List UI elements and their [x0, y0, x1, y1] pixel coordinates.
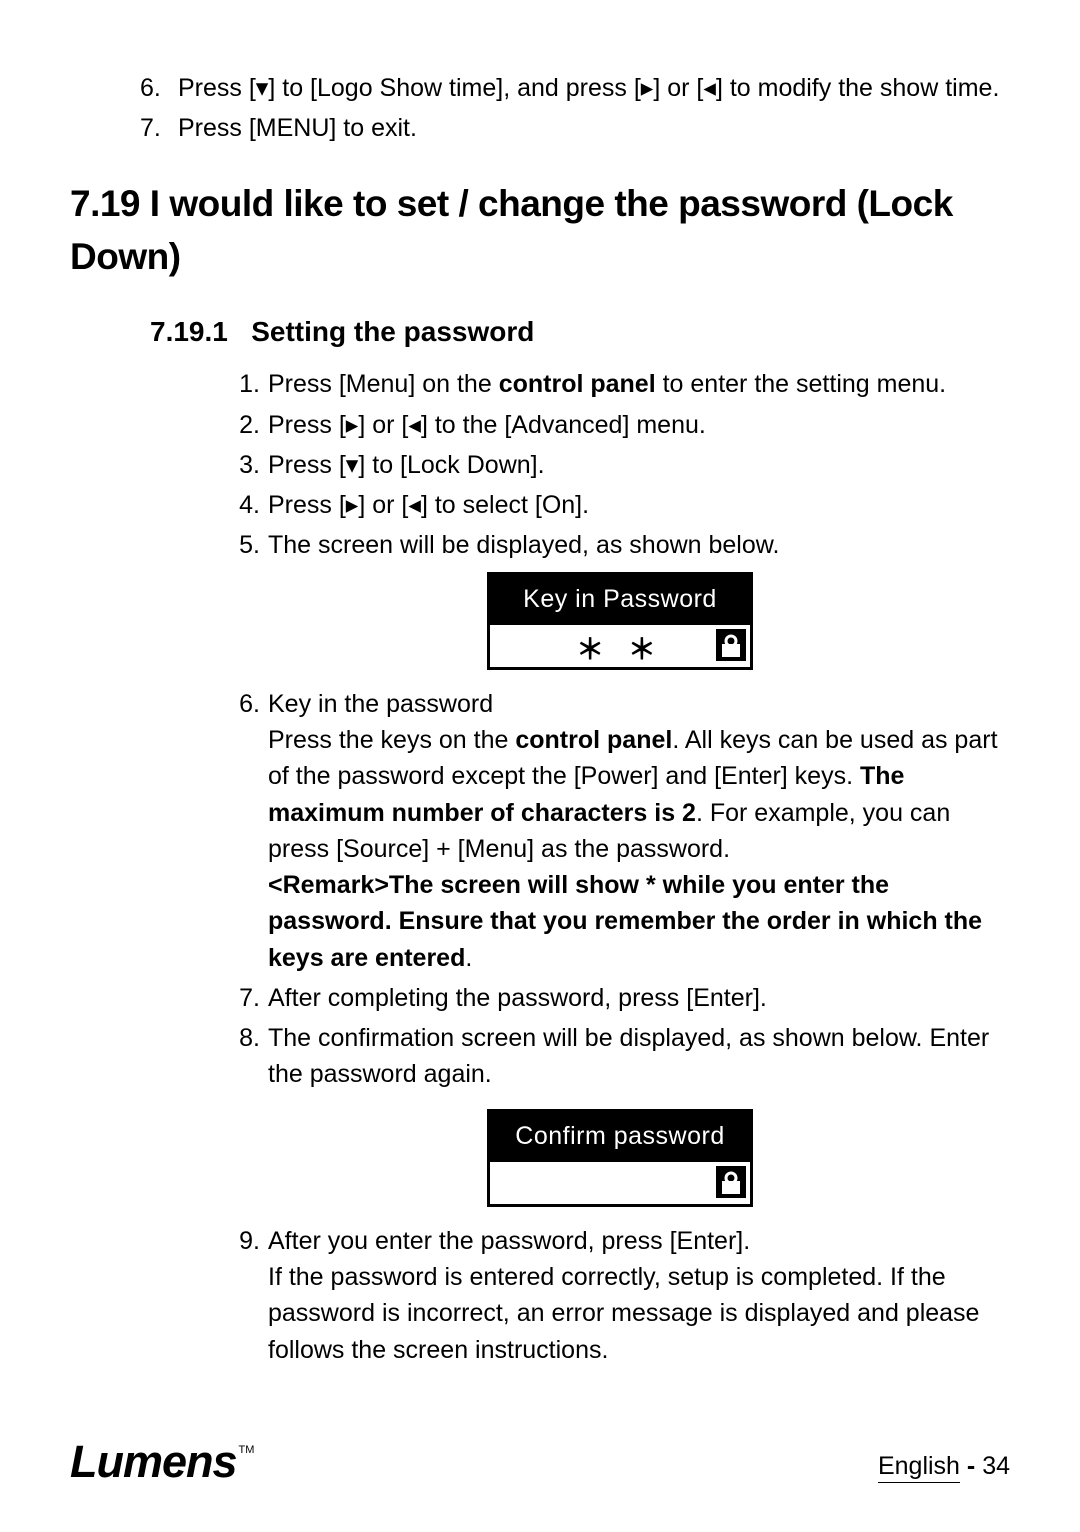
confirm-dialog-title: Confirm password — [490, 1112, 750, 1162]
list-number: 8. — [230, 1020, 260, 1093]
list-body: Key in the password Press the keys on th… — [268, 686, 1010, 976]
text: Press [ — [268, 411, 346, 439]
text-strong: control panel — [499, 370, 656, 398]
text: ] to modify the show time. — [716, 74, 999, 102]
text: ] or [ — [358, 411, 408, 439]
lock-icon — [716, 629, 746, 671]
subsection-title: Setting the password — [251, 316, 534, 347]
trademark-icon: TM — [239, 1443, 255, 1459]
text: ] or [ — [358, 491, 408, 519]
down-arrow-icon: ▾ — [346, 451, 359, 479]
brand-logo: Lumens TM — [70, 1439, 254, 1484]
text: ] to select [On]. — [421, 491, 589, 519]
list-body: Press [▾] to [Logo Show time], and press… — [178, 70, 1010, 106]
text: Press [ — [178, 74, 256, 102]
down-arrow-icon: ▾ — [256, 74, 269, 102]
list-body: Press [▸] or [◂] to select [On]. — [268, 487, 1010, 523]
step-8: 8. The confirmation screen will be displ… — [230, 1020, 1010, 1093]
list-body: Press [▸] or [◂] to the [Advanced] menu. — [268, 407, 1010, 443]
list-number: 9. — [230, 1223, 260, 1368]
section-heading: 7.19 I would like to set / change the pa… — [70, 177, 1010, 284]
list-number: 1. — [230, 366, 260, 402]
list-number: 6. — [140, 70, 170, 106]
page: 6. Press [▾] to [Logo Show time], and pr… — [0, 0, 1080, 1532]
list-number: 2. — [230, 407, 260, 443]
page-label: English - 34 — [878, 1448, 1010, 1484]
left-arrow-icon: ◂ — [408, 411, 421, 439]
right-arrow-icon: ▸ — [346, 411, 359, 439]
step-9: 9. After you enter the password, press [… — [230, 1223, 1010, 1368]
step-3: 3. Press [▾] to [Lock Down]. — [230, 447, 1010, 483]
text: . — [465, 944, 472, 972]
right-arrow-icon: ▸ — [346, 491, 359, 519]
step-6-title: Key in the password — [268, 690, 493, 718]
text: Press [ — [268, 451, 346, 479]
step-7: 7. After completing the password, press … — [230, 980, 1010, 1016]
list-number: 3. — [230, 447, 260, 483]
list-body: The confirmation screen will be displaye… — [268, 1020, 1010, 1093]
list-body: After you enter the password, press [Ent… — [268, 1223, 1010, 1368]
page-sep: - — [960, 1452, 982, 1480]
text: After you enter the password, press [Ent… — [268, 1227, 750, 1255]
page-footer: Lumens TM English - 34 — [70, 1439, 1010, 1484]
password-masked-value: ＊ ＊ — [576, 630, 664, 671]
list-body: Press [MENU] to exit. — [178, 110, 1010, 146]
text: If the password is entered correctly, se… — [268, 1263, 979, 1364]
step-2: 2. Press [▸] or [◂] to the [Advanced] me… — [230, 407, 1010, 443]
subsection-heading: 7.19.1 Setting the password — [150, 312, 1010, 353]
list-number: 7. — [140, 110, 170, 146]
subsection-number: 7.19.1 — [150, 316, 228, 347]
prev-section-steps: 6. Press [▾] to [Logo Show time], and pr… — [140, 70, 1010, 147]
prev-step-7: 7. Press [MENU] to exit. — [140, 110, 1010, 146]
page-language: English — [878, 1452, 960, 1483]
content-area: 6. Press [▾] to [Logo Show time], and pr… — [70, 70, 1010, 1368]
subsection-block: 7.19.1 Setting the password 1. Press [Me… — [150, 312, 1010, 1368]
prev-step-6: 6. Press [▾] to [Logo Show time], and pr… — [140, 70, 1010, 106]
list-body: Press [▾] to [Lock Down]. — [268, 447, 1010, 483]
section-title: I would like to set / change the passwor… — [70, 183, 953, 278]
list-number: 6. — [230, 686, 260, 976]
confirm-dialog-field — [490, 1162, 750, 1204]
password-dialog-field: ＊ ＊ — [490, 625, 750, 667]
left-arrow-icon: ◂ — [703, 74, 716, 102]
subsection-steps: 1. Press [Menu] on the control panel to … — [150, 366, 1010, 1368]
list-body: After completing the password, press [En… — [268, 980, 1010, 1016]
password-dialog-title: Key in Password — [490, 575, 750, 625]
confirm-password-dialog: Confirm password — [487, 1109, 753, 1207]
list-number: 5. — [230, 527, 260, 563]
text: to enter the setting menu. — [656, 370, 946, 398]
step-5: 5. The screen will be displayed, as show… — [230, 527, 1010, 563]
text: ] to [Logo Show time], and press [ — [268, 74, 640, 102]
text-strong: control panel — [515, 726, 672, 754]
step-6: 6. Key in the password Press the keys on… — [230, 686, 1010, 976]
text: Press [ — [268, 491, 346, 519]
steps-list-cont1: 6. Key in the password Press the keys on… — [230, 686, 1010, 1093]
text: Press the keys on the — [268, 726, 515, 754]
remark-text: <Remark>The screen will show * while you… — [268, 871, 982, 972]
list-body: The screen will be displayed, as shown b… — [268, 527, 1010, 563]
list-number: 7. — [230, 980, 260, 1016]
text: ] to [Lock Down]. — [358, 451, 544, 479]
lock-icon — [716, 1166, 746, 1208]
text: ] or [ — [653, 74, 703, 102]
left-arrow-icon: ◂ — [408, 491, 421, 519]
step-1: 1. Press [Menu] on the control panel to … — [230, 366, 1010, 402]
list-body: Press [Menu] on the control panel to ent… — [268, 366, 1010, 402]
right-arrow-icon: ▸ — [641, 74, 654, 102]
brand-name: Lumens — [70, 1439, 237, 1484]
list-number: 4. — [230, 487, 260, 523]
text: ] to the [Advanced] menu. — [421, 411, 706, 439]
page-number: 34 — [982, 1452, 1010, 1480]
figure-confirm-password: Confirm password — [230, 1109, 1010, 1207]
text: Press [Menu] on the — [268, 370, 499, 398]
figure-keyin-password: Key in Password ＊ ＊ — [230, 572, 1010, 670]
steps-list: 1. Press [Menu] on the control panel to … — [230, 366, 1010, 563]
steps-list-cont2: 9. After you enter the password, press [… — [230, 1223, 1010, 1368]
step-4: 4. Press [▸] or [◂] to select [On]. — [230, 487, 1010, 523]
password-dialog: Key in Password ＊ ＊ — [487, 572, 753, 670]
section-number: 7.19 — [70, 183, 140, 224]
